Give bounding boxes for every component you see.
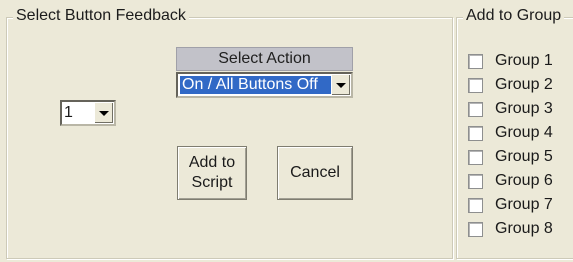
group-3-checkbox-row[interactable]: Group 3 (468, 98, 553, 120)
group-7-checkbox-row[interactable]: Group 7 (468, 194, 553, 216)
group-3-checkbox[interactable] (468, 101, 483, 117)
group-4-checkbox[interactable] (468, 125, 483, 141)
add-to-script-label-line1: Add to (188, 154, 236, 171)
select-action-header: Select Action (176, 47, 353, 71)
group-8-checkbox-row[interactable]: Group 8 (468, 218, 553, 240)
group-5-checkbox[interactable] (468, 149, 483, 165)
group-8-checkbox[interactable] (468, 221, 483, 237)
group-1-checkbox[interactable] (468, 53, 483, 69)
group-7-label: Group 7 (495, 196, 553, 213)
group-5-label: Group 5 (495, 148, 553, 165)
action-dropdown-value: On / All Buttons Off (180, 76, 331, 94)
group-6-checkbox[interactable] (468, 173, 483, 189)
group-7-checkbox[interactable] (468, 197, 483, 213)
chevron-down-icon[interactable] (331, 75, 350, 95)
button-number-dropdown[interactable]: 1 (60, 100, 116, 126)
cancel-button[interactable]: Cancel (277, 146, 353, 200)
group-6-checkbox-row[interactable]: Group 6 (468, 170, 553, 192)
group-4-label: Group 4 (495, 124, 553, 141)
group-1-checkbox-row[interactable]: Group 1 (468, 50, 553, 72)
group-2-checkbox-row[interactable]: Group 2 (468, 74, 553, 96)
add-to-script-label-line2: Script (191, 174, 233, 191)
add-to-group-legend: Add to Group (463, 7, 565, 25)
group-2-checkbox[interactable] (468, 77, 483, 93)
action-dropdown[interactable]: On / All Buttons Off (176, 72, 353, 98)
chevron-down-icon[interactable] (94, 103, 113, 123)
group-5-checkbox-row[interactable]: Group 5 (468, 146, 553, 168)
group-3-label: Group 3 (495, 100, 553, 117)
group-8-label: Group 8 (495, 220, 553, 237)
group-1-label: Group 1 (495, 52, 553, 69)
button-number-value: 1 (64, 104, 73, 121)
group-2-label: Group 2 (495, 76, 553, 93)
select-button-feedback-legend: Select Button Feedback (13, 7, 189, 25)
add-to-script-button[interactable]: Add to Script (177, 146, 247, 200)
cancel-button-label: Cancel (290, 164, 340, 181)
group-4-checkbox-row[interactable]: Group 4 (468, 122, 553, 144)
group-6-label: Group 6 (495, 172, 553, 189)
